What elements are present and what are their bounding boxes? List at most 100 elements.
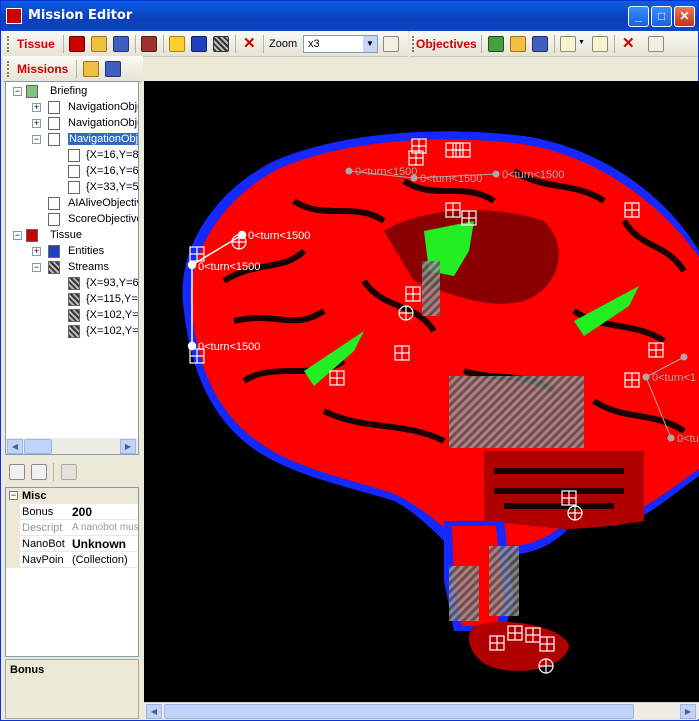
toolbar-separator — [263, 35, 264, 53]
open-folder-icon[interactable] — [83, 61, 99, 77]
scroll-right-icon[interactable]: ▶ — [120, 439, 136, 454]
objective-icon — [48, 117, 60, 130]
minimize-button[interactable]: _ — [628, 6, 649, 27]
property-grid[interactable]: − Misc Bonus 200 Descript A nanobot mus … — [5, 487, 139, 657]
add-objective-icon[interactable] — [560, 36, 576, 52]
dropdown-arrow-icon[interactable]: ▼ — [363, 36, 377, 52]
collapse-icon[interactable]: − — [32, 263, 41, 272]
wand-icon[interactable] — [169, 36, 185, 52]
tree-node-nav-1[interactable]: NavigationObje — [68, 101, 138, 113]
tree-node-point[interactable]: {X=16,Y=8 — [86, 149, 138, 161]
add-point-icon[interactable] — [592, 36, 608, 52]
tree-node-stream[interactable]: {X=102,Y= — [86, 309, 138, 321]
tissue-toolbar: Tissue ✕ Zoom x3 ▼ — [3, 31, 408, 57]
description-title: Bonus — [10, 664, 45, 676]
tree-node-score[interactable]: ScoreObjective — [68, 213, 138, 225]
toolbar-separator — [53, 463, 54, 481]
property-name: Descript — [22, 522, 63, 534]
expand-icon[interactable]: + — [32, 103, 41, 112]
property-value[interactable]: (Collection) — [72, 554, 138, 566]
toolbar-grip[interactable] — [7, 36, 10, 52]
stream-zone[interactable] — [489, 546, 519, 616]
entities-icon — [48, 245, 60, 258]
objectives-toolbar-label: Objectives — [416, 37, 477, 51]
collapse-icon[interactable]: − — [13, 87, 22, 96]
tree-node-alive[interactable]: AIAliveObjectiv — [68, 197, 138, 209]
save-icon[interactable] — [113, 36, 129, 52]
property-row[interactable]: NavPoin (Collection) — [6, 552, 138, 568]
expand-icon[interactable]: + — [32, 247, 41, 256]
waypoint-label: 0<turn<1 — [652, 372, 696, 384]
tree-node-stream[interactable]: {X=93,Y=6 — [86, 277, 138, 289]
properties-icon[interactable] — [648, 36, 664, 52]
tree-horizontal-scrollbar[interactable]: ◀ ▶ — [6, 438, 138, 454]
streams-icon — [48, 261, 60, 274]
property-value[interactable]: Unknown — [72, 537, 138, 551]
scroll-thumb[interactable] — [164, 704, 634, 719]
tree-node-stream[interactable]: {X=102,Y= — [86, 325, 138, 337]
canvas-horizontal-scrollbar[interactable]: ◀ ▶ — [144, 702, 699, 719]
scroll-right-icon[interactable]: ▶ — [680, 704, 696, 719]
close-button[interactable]: ✕ — [674, 6, 695, 27]
waypoint-label: 0<turn<1500 — [677, 433, 699, 445]
new-tissue-icon[interactable] — [69, 36, 85, 52]
save-icon[interactable] — [105, 61, 121, 77]
window-title: Mission Editor — [28, 8, 133, 23]
tree-node-entities[interactable]: Entities — [68, 245, 104, 257]
tissue-canvas[interactable]: 0<turn<1500 0<turn<1500 0<turn<1500 0<tu… — [144, 81, 699, 702]
entity-icon[interactable] — [191, 36, 207, 52]
property-row[interactable]: Bonus 200 — [6, 504, 138, 520]
property-row[interactable]: Descript A nanobot mus — [6, 520, 138, 536]
property-row[interactable]: NanoBot Unknown — [6, 536, 138, 552]
point-icon — [68, 149, 80, 162]
tree-node-stream[interactable]: {X=115,Y= — [86, 293, 138, 305]
missions-toolbar: Missions — [3, 56, 143, 82]
toolbar-grip[interactable] — [7, 61, 10, 77]
zoom-select[interactable]: x3 ▼ — [303, 35, 378, 53]
tissue-map[interactable]: 0<turn<1500 0<turn<1500 0<turn<1500 0<tu… — [144, 81, 699, 702]
point-icon — [68, 181, 80, 194]
stream-zone[interactable] — [422, 261, 440, 316]
mission-editor-window: Mission Editor _ □ ✕ Tissue ✕ Zoom x3 ▼ … — [0, 0, 699, 721]
dropdown-arrow-icon[interactable]: ▼ — [578, 39, 585, 46]
delete-icon[interactable]: ✕ — [622, 34, 635, 52]
sort-alpha-icon[interactable] — [31, 464, 47, 480]
missions-toolbar-label: Missions — [17, 62, 69, 76]
export-icon[interactable] — [141, 36, 157, 52]
stream-zone[interactable] — [449, 376, 584, 448]
tree-node-tissue[interactable]: Tissue — [50, 229, 82, 241]
stream-icon[interactable] — [213, 36, 229, 52]
app-icon — [6, 8, 22, 24]
maximize-button[interactable]: □ — [651, 6, 672, 27]
toolbar-grip[interactable] — [412, 36, 415, 52]
tree-node-streams[interactable]: Streams — [68, 261, 109, 273]
save-icon[interactable] — [532, 36, 548, 52]
tree-node-briefing[interactable]: Briefing — [50, 85, 87, 97]
collapse-icon[interactable]: − — [9, 491, 18, 500]
property-pages-icon[interactable] — [61, 464, 77, 480]
stream-zone[interactable] — [449, 566, 479, 621]
scroll-left-icon[interactable]: ◀ — [146, 704, 162, 719]
collapse-icon[interactable]: − — [32, 135, 41, 144]
tree-node-point[interactable]: {X=33,Y=5 — [86, 181, 138, 193]
objectives-toolbar: Objectives ▼ ✕ — [410, 31, 698, 57]
tree-node-point[interactable]: {X=16,Y=6 — [86, 165, 138, 177]
open-folder-icon[interactable] — [91, 36, 107, 52]
property-value[interactable]: 200 — [72, 505, 138, 519]
point-icon — [68, 165, 80, 178]
categorized-icon[interactable] — [9, 464, 25, 480]
property-value[interactable]: A nanobot mus — [72, 522, 138, 533]
collapse-icon[interactable]: − — [13, 231, 22, 240]
properties-icon[interactable] — [383, 36, 399, 52]
open-folder-icon[interactable] — [510, 36, 526, 52]
delete-icon[interactable]: ✕ — [243, 34, 256, 52]
stream-icon — [68, 325, 80, 338]
tree-node-nav-3[interactable]: NavigationObje — [68, 133, 138, 145]
expand-icon[interactable]: + — [32, 119, 41, 128]
scroll-thumb[interactable] — [24, 439, 52, 454]
toolbar-separator — [554, 35, 555, 53]
tree-node-nav-2[interactable]: NavigationObje — [68, 117, 138, 129]
scroll-left-icon[interactable]: ◀ — [7, 439, 23, 454]
mission-tree[interactable]: − Briefing + NavigationObje + Navigation… — [5, 81, 139, 455]
new-objective-icon[interactable] — [488, 36, 504, 52]
